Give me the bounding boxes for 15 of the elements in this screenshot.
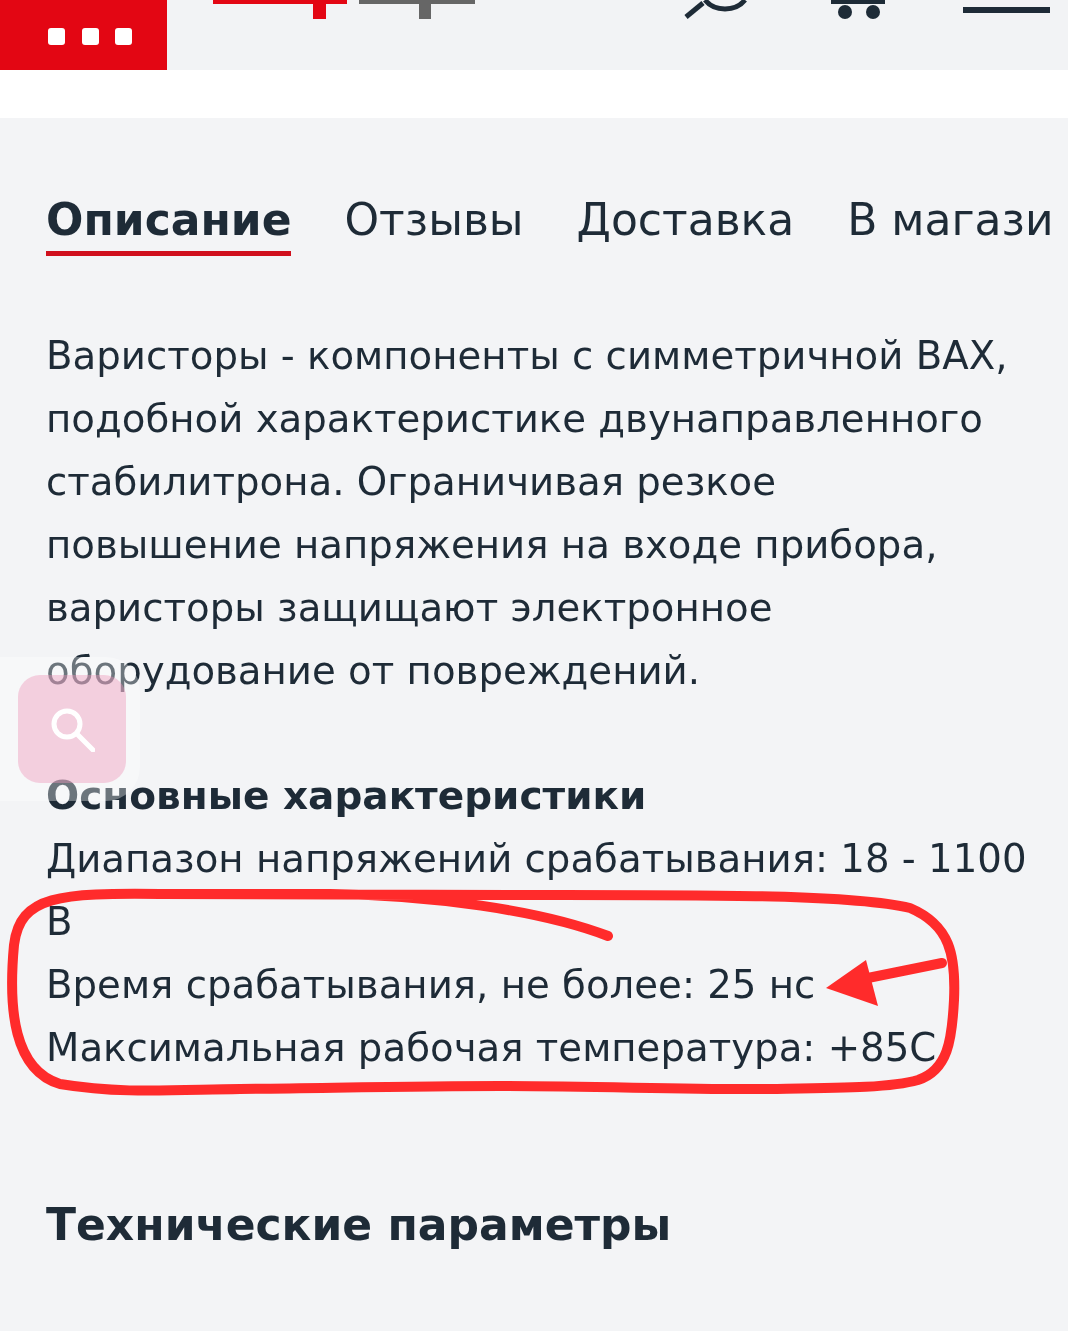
- spec-line: Диапазон напряжений срабатывания: 18 - 1100 В: [46, 834, 1028, 946]
- search-icon: [49, 706, 95, 752]
- logo-icon[interactable]: [213, 0, 475, 19]
- search-icon[interactable]: [683, 0, 749, 19]
- spec-line: Время срабатывания, не более: 25 нс: [46, 960, 816, 1009]
- menu-button[interactable]: [0, 0, 167, 70]
- tab[interactable]: В магази: [847, 194, 1054, 256]
- tab[interactable]: Доставка: [576, 194, 795, 256]
- spec-line: Максимальная рабочая температура: +85С: [46, 1023, 937, 1072]
- tab[interactable]: Описание: [46, 194, 292, 256]
- section-heading: Основные характеристики: [46, 771, 648, 820]
- dots-icon: [48, 28, 132, 45]
- section-heading: Технические параметры: [46, 1197, 673, 1252]
- tab[interactable]: Отзывы: [344, 194, 524, 256]
- description-text: Варисторы - компоненты с симметричной ВАХ, подобной характеристике двунаправленного стабилитрона. Ограничивая резкое повышение напряжения на входе прибора, варисторы защищают электронное оборудование от повреждений.: [46, 331, 1009, 695]
